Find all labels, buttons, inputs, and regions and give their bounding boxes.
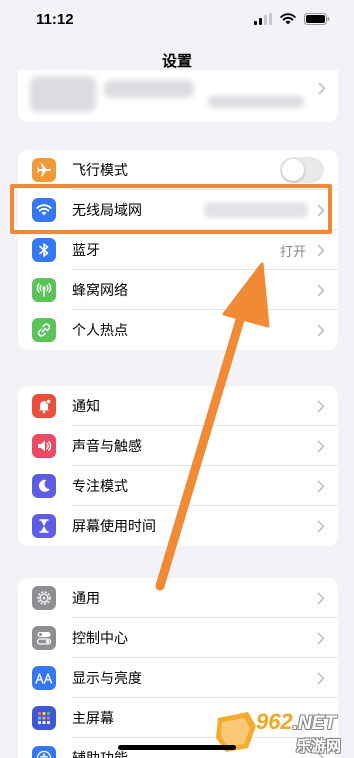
blurred-avatar <box>30 76 96 112</box>
sounds-haptics-row[interactable]: 声音与触感 <box>18 426 338 466</box>
sounds-haptics-label: 声音与触感 <box>72 439 142 455</box>
text-size-icon <box>32 666 56 690</box>
focus-row[interactable]: 专注模式 <box>18 466 338 506</box>
screen-time-label: 屏幕使用时间 <box>72 519 156 535</box>
general-label: 通用 <box>72 591 100 607</box>
general-row[interactable]: 通用 <box>18 578 338 618</box>
watermark-suffix: .NET <box>292 713 336 734</box>
bell-icon <box>32 394 56 418</box>
control-center-row[interactable]: 控制中心 <box>18 618 338 658</box>
notifications-group: 通知 声音与触感 专注模式 屏幕使用时间 <box>18 386 338 546</box>
bluetooth-status-value: 打开 <box>279 244 306 260</box>
cellular-label: 蜂窝网络 <box>72 283 128 299</box>
antenna-icon <box>32 278 56 302</box>
screen-time-row[interactable]: 屏幕使用时间 <box>18 506 338 546</box>
display-brightness-label: 显示与亮度 <box>72 671 142 687</box>
bluetooth-label: 蓝牙 <box>72 243 100 259</box>
status-bar: 11:12 <box>0 0 354 42</box>
hotspot-row[interactable]: 个人热点 <box>18 310 338 350</box>
home-indicator <box>118 745 236 750</box>
page-title: 设置 <box>161 52 192 70</box>
hourglass-icon <box>32 514 56 538</box>
connectivity-group: 飞行模式 无线局域网 蓝牙 打开 蜂窝网络 个人热点 <box>18 150 338 350</box>
hotspot-label: 个人热点 <box>72 323 128 339</box>
display-brightness-row[interactable]: 显示与亮度 <box>18 658 338 698</box>
watermark-number: 962 <box>256 709 293 734</box>
airplane-mode-toggle[interactable] <box>280 157 324 183</box>
moon-icon <box>32 474 56 498</box>
cellular-signal-icon <box>254 13 272 25</box>
grid-icon <box>32 706 56 730</box>
speaker-icon <box>32 434 56 458</box>
notifications-row[interactable]: 通知 <box>18 386 338 426</box>
focus-label: 专注模式 <box>72 479 128 495</box>
chevron-right-icon <box>314 400 328 413</box>
wlan-highlight-box <box>10 184 332 234</box>
chevron-right-icon <box>314 324 328 337</box>
chevron-right-icon <box>314 520 328 533</box>
bluetooth-row[interactable]: 蓝牙 打开 <box>18 230 338 270</box>
wifi-status-icon <box>280 13 296 25</box>
chevron-right-icon <box>314 284 328 297</box>
blurred-account-name <box>104 80 194 98</box>
airplane-icon <box>32 158 56 182</box>
status-time: 11:12 <box>36 11 74 28</box>
chevron-right-icon <box>314 440 328 453</box>
battery-icon <box>304 13 330 25</box>
chevron-right-icon <box>318 82 326 95</box>
bluetooth-icon <box>32 238 56 262</box>
watermark-chinese: 乐游网 <box>296 737 342 755</box>
switches-icon <box>32 626 56 650</box>
status-icons <box>254 13 330 25</box>
toggle-knob <box>282 159 304 181</box>
chevron-right-icon <box>314 592 328 605</box>
blurred-account-detail <box>208 96 304 108</box>
notifications-label: 通知 <box>72 399 100 415</box>
gear-icon <box>32 586 56 610</box>
chevron-right-icon <box>314 672 328 685</box>
chevron-right-icon <box>314 480 328 493</box>
hotspot-link-icon <box>32 318 56 342</box>
airplane-mode-label: 飞行模式 <box>72 163 128 179</box>
cellular-row[interactable]: 蜂窝网络 <box>18 270 338 310</box>
control-center-label: 控制中心 <box>72 631 128 647</box>
accessibility-icon <box>32 746 56 758</box>
chevron-right-icon <box>314 632 328 645</box>
chevron-right-icon <box>314 244 328 257</box>
apple-id-card[interactable] <box>18 70 338 122</box>
